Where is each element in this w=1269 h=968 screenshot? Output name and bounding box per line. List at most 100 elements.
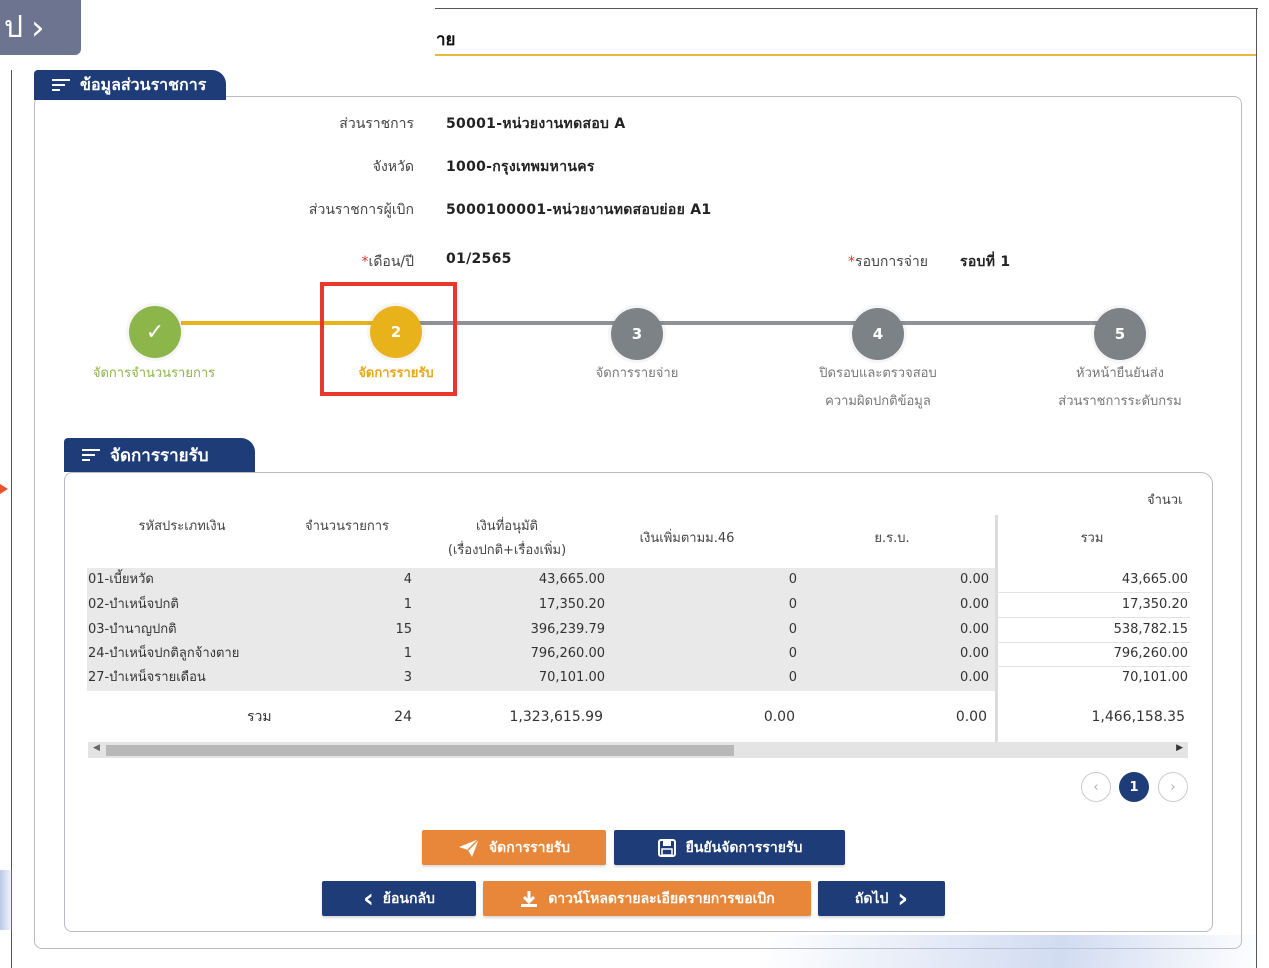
month-year-label: *เดือน/ปี (214, 251, 414, 273)
cell-count: 4 (403, 572, 412, 587)
cell-total: 70,101.00 (1121, 670, 1188, 685)
cell-bsu: 0.00 (960, 572, 989, 587)
manage-income-label: จัดการรายรับ (488, 839, 571, 856)
table-row[interactable]: 24-บำเหน็จปกติลูกจ้างตาย 1 796,260.00 0 … (87, 642, 1190, 667)
required-mark: * (361, 254, 369, 270)
cell-approved: 796,260.00 (530, 646, 605, 661)
page-title: าย (436, 30, 456, 50)
income-table: จำนวเ รหัสประเภทเงิน จำนวนรายการ เงินที่… (87, 485, 1190, 743)
pointer-arrow-icon (0, 484, 8, 494)
table-row[interactable]: 02-บำเหน็จปกติ 1 17,350.20 0 0.00 17,350… (87, 593, 1190, 618)
agency-label: ส่วนราชการ (339, 116, 414, 132)
summary-total: 1,466,158.35 (1091, 709, 1185, 725)
agency-value: 50001-หน่วยงานทดสอบ A (446, 116, 626, 132)
step-1-label: จัดการจำนวนรายการ (92, 366, 216, 381)
cell-count: 1 (403, 597, 412, 612)
province-label: จังหวัด (372, 159, 414, 175)
back-label: ย้อนกลับ (382, 890, 435, 907)
cell-approved: 396,239.79 (530, 622, 605, 637)
step-5-label-line2: ส่วนราชการระดับกรม (1058, 394, 1182, 409)
chevron-right-icon: › (31, 7, 45, 48)
cell-bsu: 0.00 (960, 597, 989, 612)
pagination-page-1[interactable]: 1 (1119, 772, 1149, 802)
scrollbar-thumb[interactable] (106, 745, 734, 756)
col-code-header: รหัสประเภทเงิน (138, 519, 226, 534)
cell-code: 24-บำเหน็จปกติลูกจ้างตาย (88, 646, 240, 661)
scroll-right-icon[interactable]: ▶ (1176, 743, 1183, 753)
confirm-income-button[interactable]: ยืนยันจัดการรายรับ (614, 830, 845, 865)
pagination-prev-button[interactable]: ‹ (1081, 772, 1111, 802)
next-button[interactable]: ถัดไป › (818, 881, 945, 916)
cell-total: 43,665.00 (1121, 572, 1188, 587)
table-horizontal-scrollbar[interactable]: ◀ ▶ (88, 742, 1188, 758)
menu-lines-icon (52, 79, 70, 91)
back-button[interactable]: ‹ ย้อนกลับ (322, 881, 476, 916)
nav-chip-text: ป (4, 10, 24, 45)
col-approved-header: เงินที่อนุมัติ (476, 519, 538, 534)
step-4-circle[interactable]: 4 (852, 308, 904, 360)
next-label: ถัดไป (854, 890, 889, 907)
cell-code: 02-บำเหน็จปกติ (88, 597, 179, 612)
cell-extra46: 0 (788, 622, 797, 637)
summary-approved: 1,323,615.99 (509, 709, 603, 725)
disbursing-agency-value: 5000100001-หน่วยงานทดสอบย่อย A1 (446, 202, 712, 218)
col-approved-subheader: (เรื่องปกติ+เรื่องเพิ่ม) (447, 543, 567, 558)
save-icon (657, 838, 676, 857)
pagination-next-button[interactable]: › (1158, 772, 1188, 802)
summary-count: 24 (394, 709, 412, 725)
cell-approved: 17,350.20 (538, 597, 605, 612)
agency-section-tab: ข้อมูลส่วนราชการ (34, 70, 227, 100)
download-label: ดาวน์โหลดรายละเอียดรายการขอเบิก (548, 890, 775, 907)
province-value: 1000-กรุงเทพมหานคร (446, 159, 595, 175)
step-4-label-line1: ปิดรอบและตรวจสอบ (819, 366, 937, 381)
step-3-label: จัดการรายจ่าย (595, 366, 679, 381)
summary-bsu: 0.00 (955, 709, 987, 725)
col-count-header: จำนวนรายการ (304, 519, 390, 534)
step-5-label-line1: หัวหน้ายืนยันส่ง (1076, 366, 1164, 381)
step-1-check-icon[interactable]: ✓ (129, 306, 181, 358)
col-bsu-header: ย.ร.บ. (874, 531, 910, 546)
confirm-income-label: ยืนยันจัดการรายรับ (685, 839, 803, 856)
cell-bsu: 0.00 (960, 670, 989, 685)
chevron-left-icon: ‹ (363, 883, 374, 914)
step-3-circle[interactable]: 3 (611, 308, 663, 360)
download-details-button[interactable]: ดาวน์โหลดรายละเอียดรายการขอเบิก (483, 881, 811, 916)
chevron-right-icon: › (897, 883, 909, 914)
cell-extra46: 0 (788, 572, 797, 587)
decorative-glow (760, 935, 1260, 968)
send-icon (458, 837, 480, 857)
summary-label: รวม (247, 709, 272, 725)
required-mark: * (848, 254, 856, 270)
summary-extra46: 0.00 (763, 709, 795, 725)
download-icon (521, 890, 538, 907)
cell-total: 17,350.20 (1121, 597, 1188, 612)
scroll-left-icon[interactable]: ◀ (93, 743, 100, 753)
table-row[interactable]: 27-บำเหน็จรายเดือน 3 70,101.00 0 0.00 70… (87, 666, 1190, 691)
step-5-circle[interactable]: 5 (1094, 308, 1146, 360)
cell-approved: 70,101.00 (538, 670, 605, 685)
table-row[interactable]: 01-เบี้ยหวัด 4 43,665.00 0 0.00 43,665.0… (87, 568, 1190, 593)
current-step-highlight (320, 282, 457, 396)
cell-total: 796,260.00 (1113, 646, 1188, 661)
table-row[interactable]: 03-บำนาญปกติ 15 396,239.79 0 0.00 538,78… (87, 618, 1190, 643)
left-frame-line (11, 70, 12, 968)
step-4-label-line2: ความผิดปกติข้อมูล (825, 394, 931, 409)
month-year-label-text: เดือน/ปี (368, 254, 414, 270)
cell-bsu: 0.00 (960, 622, 989, 637)
amount-group-header: จำนวเ (1147, 493, 1183, 508)
payment-round-value: รอบที่ 1 (960, 254, 1011, 270)
cell-extra46: 0 (788, 670, 797, 685)
cell-bsu: 0.00 (960, 646, 989, 661)
decorative-glow (0, 870, 14, 930)
back-nav-chip[interactable]: ป › (0, 0, 81, 55)
header-top-border (435, 8, 1258, 9)
payment-round-label: *รอบการจ่าย (728, 251, 928, 273)
header-right-border (1256, 8, 1257, 968)
col-total-header: รวม (1080, 531, 1104, 546)
cell-extra46: 0 (788, 646, 797, 661)
title-underline (435, 54, 1256, 56)
agency-section-title: ข้อมูลส่วนราชการ (80, 74, 207, 94)
manage-income-button[interactable]: จัดการรายรับ (422, 830, 606, 865)
cell-code: 01-เบี้ยหวัด (88, 572, 154, 587)
table-summary-row: รวม 24 1,323,615.99 0.00 0.00 1,466,158.… (87, 705, 1190, 729)
